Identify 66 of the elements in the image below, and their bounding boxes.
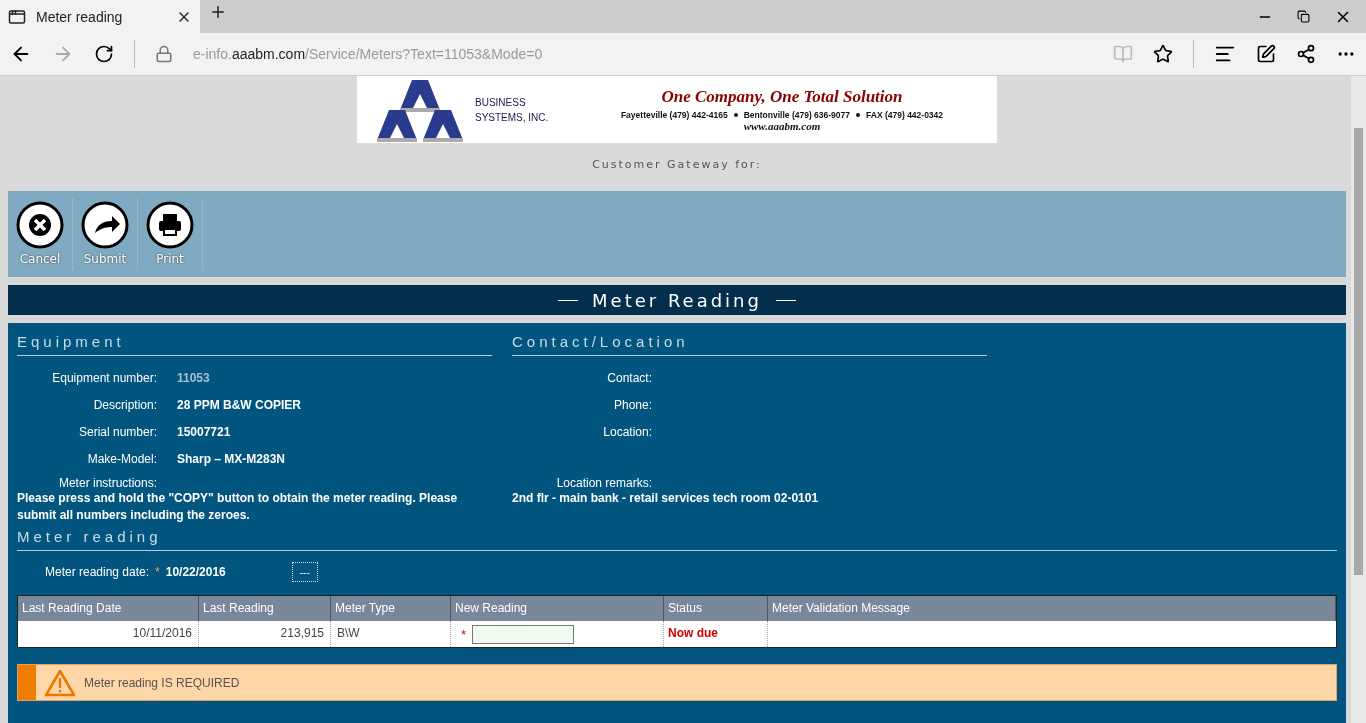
warning-text: Meter reading IS REQUIRED	[84, 675, 240, 690]
field-label: Phone:	[612, 397, 652, 412]
star-icon[interactable]	[1153, 44, 1173, 64]
field-value: 15007721	[177, 424, 232, 439]
required-mark: *	[461, 626, 467, 642]
refresh-icon[interactable]	[94, 44, 114, 64]
field-value[interactable]: 11053	[177, 370, 492, 385]
bullet-icon	[733, 113, 738, 117]
table-cell: B\W	[331, 621, 451, 647]
date-picker-button[interactable]: ---	[291, 562, 318, 582]
page-icon	[8, 7, 26, 26]
field-label: Location remarks:	[555, 476, 652, 490]
table-cell: 10/11/2016	[18, 621, 199, 647]
field-label: Meter reading date:	[45, 565, 150, 579]
table-cell: 213,915	[199, 621, 331, 647]
phone-number: FAX (479) 442-0342	[866, 110, 944, 120]
column-header: Meter Validation Message	[768, 596, 1336, 621]
field-label: Meter instructions:	[57, 476, 157, 490]
website: www.aaabm.com	[743, 120, 821, 132]
instructions-text: Please press and hold the "COPY" button to obtain the meter reading. Please submit all numbers including the zeroes.	[17, 490, 459, 524]
remarks-text: 2nd flr - main bank - retail services tech room 02-0101	[512, 490, 820, 507]
input-field[interactable]	[472, 624, 575, 644]
accent-stripe	[18, 665, 36, 700]
share-icon[interactable]	[1296, 44, 1316, 64]
field-value: 28 PPM B&W COPIER	[177, 397, 303, 412]
cancel-button[interactable]: Cancel	[8, 199, 73, 270]
gateway-text: Customer Gateway for:	[591, 158, 763, 171]
field-label: Location:	[602, 424, 652, 439]
slogan: One Company, One Total Solution	[661, 87, 903, 107]
scrollbar[interactable]	[1351, 76, 1366, 723]
field-value: Sharp – MX-M283N	[177, 451, 287, 466]
column-header: Meter Type	[331, 596, 451, 621]
column-header: Last Reading	[199, 596, 331, 621]
tab-title: Meter reading	[36, 8, 124, 25]
column-header: Status	[664, 596, 768, 621]
section-heading: Equipment	[17, 333, 492, 356]
close-icon	[16, 201, 64, 249]
new-tab-icon[interactable]	[209, 3, 227, 21]
address-field[interactable]: e-info.aaabm.com/Service/Meters?Text=11053&Mode=0	[193, 46, 543, 62]
required-mark: *	[155, 565, 160, 579]
company-name: SYSTEMS, INC.	[475, 110, 550, 125]
field-label: Equipment number:	[51, 370, 157, 385]
section-heading: Meter reading	[17, 528, 1337, 551]
column-header: New Reading	[451, 596, 664, 621]
logo-icon	[375, 77, 465, 142]
pen-icon[interactable]	[1256, 44, 1276, 64]
page-title: Meter Reading	[592, 289, 762, 311]
printer-icon	[146, 201, 194, 249]
field-label: Contact:	[606, 370, 652, 385]
warning-icon	[44, 668, 76, 697]
field-label: Description:	[92, 397, 157, 412]
submit-button[interactable]: Submit	[73, 199, 138, 270]
field-label: Serial number:	[77, 424, 157, 439]
phone-number: Bentonville (479) 636-9077	[743, 110, 851, 120]
print-button[interactable]: Print	[138, 199, 203, 270]
field-label: Make-Model:	[86, 451, 157, 466]
status-text: Now due	[664, 621, 768, 647]
lock-icon	[155, 45, 173, 63]
phone-number: Fayetteville (479) 442-4165	[620, 110, 728, 120]
section-heading: Contact/Location	[512, 333, 987, 356]
date-value: 10/22/2016	[165, 565, 227, 579]
bullet-icon	[856, 113, 861, 117]
company-name: BUSINESS	[475, 95, 527, 110]
restore-icon[interactable]	[1297, 10, 1310, 23]
column-header: Last Reading Date	[18, 596, 199, 621]
browser-tab[interactable]: Meter reading	[0, 0, 200, 33]
